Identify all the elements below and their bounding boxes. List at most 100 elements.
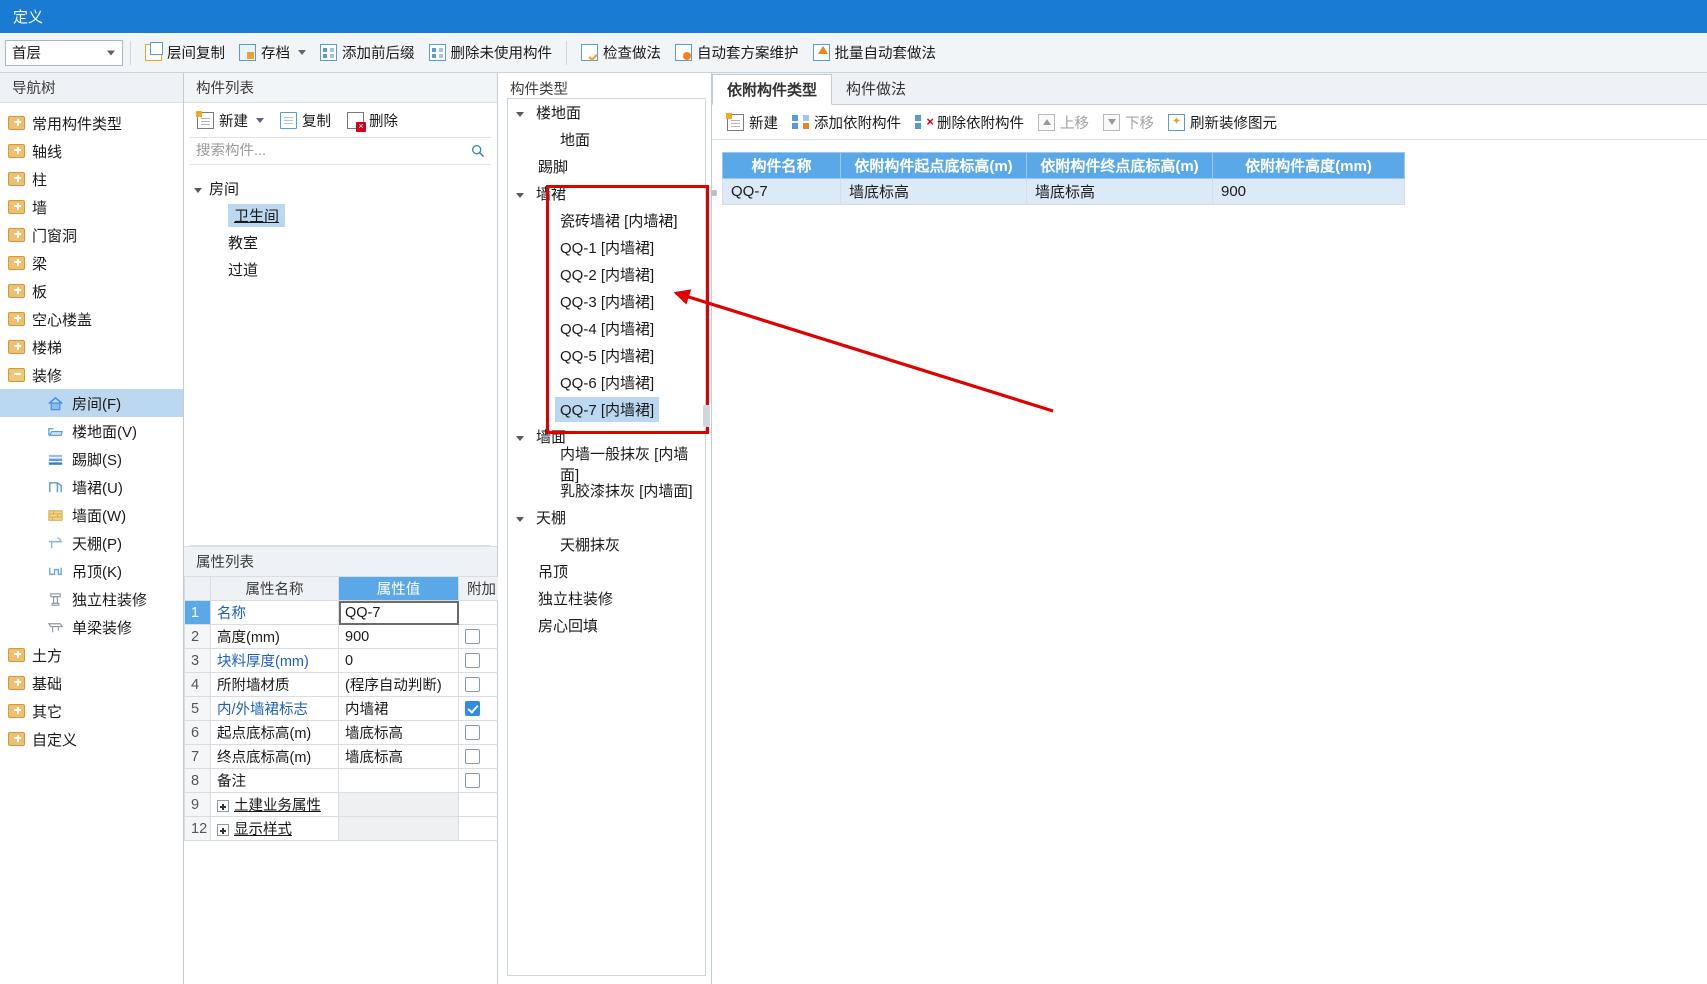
grid-column-header[interactable]: 依附构件终点底标高(m) (1026, 152, 1213, 179)
attach-checkbox[interactable] (465, 773, 480, 789)
grid-column-header[interactable]: 构件名称 (722, 152, 841, 179)
component-type-item[interactable]: 地面 (508, 126, 705, 153)
property-row[interactable]: 8 备注 (184, 768, 505, 793)
delete-attached-component-button[interactable]: 删除依附构件 (908, 108, 1031, 136)
sidebar-item-3[interactable]: 墙 (0, 193, 183, 221)
sidebar-item-9[interactable]: 装修 (0, 361, 183, 389)
grid-column-header[interactable]: 依附构件高度(mm) (1212, 152, 1405, 179)
tab-component-method[interactable]: 构件做法 (832, 73, 920, 104)
property-row[interactable]: 4 所附墙材质 (程序自动判断) (184, 672, 505, 697)
delete-component-button[interactable]: 删除 (340, 106, 405, 134)
component-tree-item[interactable]: 卫生间 (184, 202, 497, 229)
property-row[interactable]: 9 土建业务属性 (184, 792, 505, 817)
sidebar-item-13[interactable]: 墙裙(U) (0, 473, 183, 501)
new-attached-button[interactable]: 新建 (720, 108, 785, 136)
attach-checkbox[interactable] (465, 629, 480, 645)
component-tree-item[interactable]: 教室 (184, 229, 497, 256)
component-tree-item[interactable]: 过道 (184, 256, 497, 283)
sidebar-item-2[interactable]: 柱 (0, 165, 183, 193)
property-row[interactable]: 7 终点底标高(m) 墙底标高 (184, 744, 505, 769)
property-value-cell[interactable] (338, 792, 459, 817)
attach-checkbox[interactable] (465, 701, 480, 717)
attached-grid-scroll-marker[interactable] (711, 190, 717, 196)
property-row[interactable]: 12 显示样式 (184, 816, 505, 841)
sidebar-item-5[interactable]: 梁 (0, 249, 183, 277)
sidebar-item-0[interactable]: 常用构件类型 (0, 109, 183, 137)
component-type-item[interactable]: 内墙一般抹灰 [内墙面] (508, 446, 705, 484)
component-type-item[interactable]: QQ-7 [内墙裙] (508, 396, 705, 423)
sidebar-item-16[interactable]: 吊顶(K) (0, 557, 183, 585)
component-type-item[interactable]: 瓷砖墙裙 [内墙裙] (508, 207, 705, 234)
sidebar-item-1[interactable]: 轴线 (0, 137, 183, 165)
sidebar-item-21[interactable]: 其它 (0, 697, 183, 725)
chevron-down-icon[interactable] (516, 435, 524, 441)
component-type-item[interactable]: 吊顶 (508, 558, 705, 585)
sidebar-item-11[interactable]: 楼地面(V) (0, 417, 183, 445)
property-row[interactable]: 6 起点底标高(m) 墙底标高 (184, 720, 505, 745)
component-type-scroll-thumb[interactable] (703, 405, 710, 427)
search-component-box[interactable] (190, 137, 491, 165)
property-value-cell[interactable] (338, 768, 459, 793)
component-type-item[interactable]: 楼地面 (508, 99, 705, 126)
search-input[interactable] (196, 143, 485, 159)
component-type-item[interactable]: QQ-2 [内墙裙] (508, 261, 705, 288)
move-down-button[interactable]: 下移 (1096, 108, 1161, 136)
component-type-item[interactable]: QQ-1 [内墙裙] (508, 234, 705, 261)
property-value-cell[interactable] (338, 816, 459, 841)
attach-checkbox[interactable] (465, 725, 480, 741)
toolbar-button-auto-plan[interactable]: 自动套方案维护 (668, 39, 806, 67)
sidebar-item-20[interactable]: 基础 (0, 669, 183, 697)
chevron-down-icon[interactable] (298, 50, 306, 55)
component-type-item[interactable]: QQ-3 [内墙裙] (508, 288, 705, 315)
property-value-cell[interactable]: 内墙裙 (338, 696, 459, 721)
grid-cell[interactable]: 900 (1212, 178, 1405, 205)
property-row[interactable]: 2 高度(mm) 900 (184, 624, 505, 649)
move-up-button[interactable]: 上移 (1031, 108, 1096, 136)
refresh-decoration-element-button[interactable]: 刷新装修图元 (1161, 108, 1284, 136)
sidebar-item-17[interactable]: 独立柱装修 (0, 585, 183, 613)
sidebar-item-4[interactable]: 门窗洞 (0, 221, 183, 249)
sidebar-item-8[interactable]: 楼梯 (0, 333, 183, 361)
new-component-button[interactable]: 新建 (190, 106, 271, 134)
sidebar-item-10[interactable]: 房间(F) (0, 389, 183, 417)
toolbar-button-delete-unused[interactable]: 删除未使用构件 (422, 39, 560, 67)
grid-cell[interactable]: QQ-7 (722, 178, 841, 205)
sidebar-item-19[interactable]: 土方 (0, 641, 183, 669)
sidebar-item-6[interactable]: 板 (0, 277, 183, 305)
expand-plus-icon[interactable] (217, 800, 229, 813)
copy-component-button[interactable]: 复制 (273, 106, 338, 134)
sidebar-item-18[interactable]: 单梁装修 (0, 613, 183, 641)
toolbar-button-add-affix[interactable]: 添加前后缀 (313, 39, 422, 67)
table-row[interactable]: QQ-7 墙底标高 墙底标高 900 (722, 178, 1405, 205)
chevron-down-icon[interactable] (516, 111, 524, 117)
toolbar-button-copy-layer[interactable]: 层间复制 (138, 39, 232, 67)
grid-cell[interactable]: 墙底标高 (840, 178, 1027, 205)
component-type-item[interactable]: QQ-4 [内墙裙] (508, 315, 705, 342)
property-value-cell[interactable]: 900 (338, 624, 459, 649)
component-type-item[interactable]: 踢脚 (508, 153, 705, 180)
chevron-down-icon[interactable] (516, 192, 524, 198)
toolbar-button-batch-auto[interactable]: 批量自动套做法 (806, 39, 944, 67)
component-tree-item[interactable]: 房间 (184, 175, 497, 202)
component-type-item[interactable]: 天棚抹灰 (508, 531, 705, 558)
chevron-down-icon[interactable] (256, 117, 264, 123)
grid-cell[interactable]: 墙底标高 (1026, 178, 1213, 205)
attach-checkbox[interactable] (465, 677, 480, 693)
property-row[interactable]: 1 名称 QQ-7 (184, 600, 505, 625)
property-value-cell[interactable]: QQ-7 (338, 600, 459, 625)
toolbar-button-archive[interactable]: 存档 (232, 39, 313, 67)
component-type-item[interactable]: QQ-6 [内墙裙] (508, 369, 705, 396)
sidebar-item-22[interactable]: 自定义 (0, 725, 183, 753)
attach-checkbox[interactable] (465, 749, 480, 765)
sidebar-item-7[interactable]: 空心楼盖 (0, 305, 183, 333)
expand-plus-icon[interactable] (217, 824, 229, 837)
component-type-item[interactable]: 房心回填 (508, 612, 705, 639)
property-row[interactable]: 5 内/外墙裙标志 内墙裙 (184, 696, 505, 721)
sidebar-item-14[interactable]: 墙面(W) (0, 501, 183, 529)
component-type-item[interactable]: 墙裙 (508, 180, 705, 207)
component-type-item[interactable]: 天棚 (508, 504, 705, 531)
chevron-down-icon[interactable] (194, 187, 202, 193)
tab-attached-component-type[interactable]: 依附构件类型 (712, 74, 833, 105)
property-value-cell[interactable]: (程序自动判断) (338, 672, 459, 697)
property-value-cell[interactable]: 0 (338, 648, 459, 673)
